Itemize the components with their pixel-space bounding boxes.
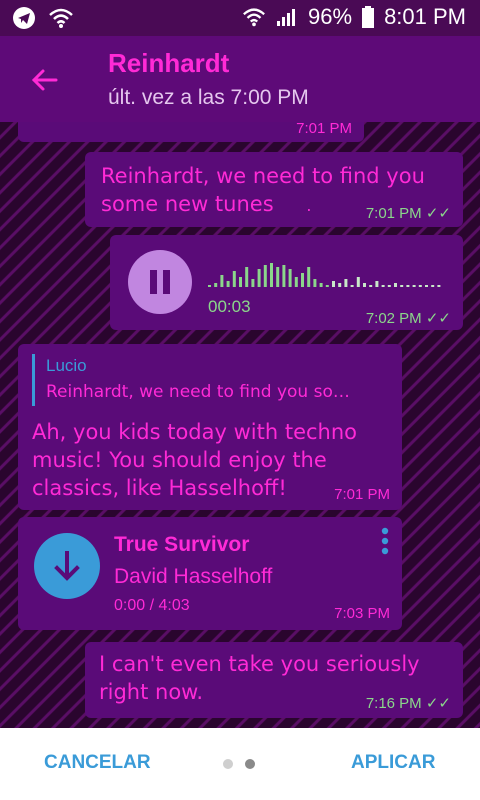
battery-icon xyxy=(362,6,375,28)
waveform-bar xyxy=(257,269,261,287)
message-time: 7:02 PM ✓✓ xyxy=(365,310,451,327)
more-options-icon[interactable] xyxy=(378,527,392,555)
contact-name[interactable]: Reinhardt xyxy=(108,48,229,79)
waveform-bar xyxy=(406,285,410,287)
last-seen: últ. vez a las 7:00 PM xyxy=(108,86,309,109)
download-button[interactable] xyxy=(34,533,100,599)
waveform-bar xyxy=(418,285,422,287)
clock: 8:01 PM xyxy=(384,4,466,29)
pause-icon xyxy=(150,270,170,294)
quote-author: Lucio xyxy=(46,356,87,375)
quote-bar xyxy=(32,354,35,406)
quoted-message[interactable]: Lucio Reinhardt, we need to find you so… xyxy=(32,354,392,410)
download-arrow-icon xyxy=(54,551,80,581)
waveform-bar xyxy=(301,273,304,287)
voice-message-bubble[interactable]: 00:03 7:02 PM ✓✓ xyxy=(110,235,463,330)
read-ticks-icon: ✓✓ xyxy=(425,310,451,327)
voice-waveform[interactable] xyxy=(208,262,448,288)
wifi-icon xyxy=(49,8,73,28)
waveform-bar xyxy=(356,277,360,287)
audio-file-bubble[interactable]: True Survivor David Hasselhoff 0:00 / 4:… xyxy=(18,517,402,630)
battery-percent: 96% xyxy=(308,4,353,29)
waveform-bar xyxy=(363,283,366,287)
quote-text: Reinhardt, we need to find you so… xyxy=(46,382,350,402)
wifi-icon xyxy=(243,8,265,27)
read-ticks-icon: ✓✓ xyxy=(425,205,451,222)
waveform-bar xyxy=(394,283,397,287)
message-text: Ah, you kids today with techno music! Yo… xyxy=(32,420,358,500)
cell-signal-icon xyxy=(277,9,296,26)
apply-button[interactable]: APLICAR xyxy=(351,752,435,774)
waveform-bar xyxy=(400,285,404,287)
waveform-bar xyxy=(232,271,236,287)
waveform-bar xyxy=(288,269,292,287)
read-ticks-icon: ✓✓ xyxy=(425,695,451,712)
waveform-bar xyxy=(381,285,385,287)
waveform-bar xyxy=(412,285,416,287)
pause-button[interactable] xyxy=(128,250,192,314)
waveform-bar xyxy=(239,277,242,287)
waveform-bar xyxy=(307,267,311,287)
page-indicator-dot-active xyxy=(245,759,255,769)
cancel-button[interactable]: CANCELAR xyxy=(44,752,151,774)
song-duration: 0:00 / 4:03 xyxy=(114,597,190,614)
message-time: 7:01 PM ✓✓ xyxy=(365,205,451,222)
message-bubble-partial[interactable]: 7:01 PM xyxy=(18,122,364,142)
waveform-bar xyxy=(332,281,335,287)
waveform-bar xyxy=(282,265,286,287)
waveform-bar xyxy=(425,285,428,287)
waveform-bar xyxy=(338,283,342,287)
waveform-bar xyxy=(387,285,391,287)
bottom-action-bar: CANCELAR APLICAR xyxy=(0,728,480,800)
message-bubble-incoming-reply[interactable]: Lucio Reinhardt, we need to find you so…… xyxy=(18,344,402,510)
waveform-bar xyxy=(344,279,348,287)
song-artist: David Hasselhoff xyxy=(114,565,273,588)
page-indicator-dot xyxy=(223,759,233,769)
waveform-bar xyxy=(251,279,255,287)
waveform-bar xyxy=(263,265,267,287)
message-time: 7:01 PM xyxy=(334,486,390,503)
waveform-bar xyxy=(220,275,224,287)
waveform-bar xyxy=(226,281,230,287)
message-time: 7:03 PM xyxy=(334,605,390,622)
back-arrow-icon[interactable] xyxy=(26,62,62,98)
chat-area[interactable]: 7:01 PM Reinhardt, we need to find you s… xyxy=(0,122,480,728)
waveform-bar xyxy=(294,277,298,287)
message-bubble-outgoing[interactable]: I can't even take you seriously right no… xyxy=(85,642,463,718)
message-time: 7:01 PM xyxy=(296,122,352,137)
status-bar: 96% 8:01 PM xyxy=(0,0,480,36)
message-bubble-outgoing[interactable]: Reinhardt, we need to find you some new … xyxy=(85,152,463,227)
waveform-bar xyxy=(270,263,273,287)
telegram-icon xyxy=(13,7,35,29)
waveform-bar xyxy=(276,267,280,287)
waveform-bar xyxy=(437,285,441,287)
waveform-bar xyxy=(208,285,211,287)
waveform-bar xyxy=(319,283,323,287)
waveform-bar xyxy=(245,267,249,287)
message-time: 7:16 PM ✓✓ xyxy=(365,695,451,712)
waveform-bar xyxy=(325,285,329,287)
voice-elapsed: 00:03 xyxy=(208,297,251,316)
waveform-bar xyxy=(214,283,218,287)
chat-header: Reinhardt últ. vez a las 7:00 PM xyxy=(0,36,480,122)
waveform-bar xyxy=(375,281,379,287)
song-title: True Survivor xyxy=(114,533,250,556)
waveform-bar xyxy=(313,279,317,287)
waveform-bars xyxy=(208,263,441,287)
waveform-bar xyxy=(350,285,354,287)
waveform-bar xyxy=(369,285,373,287)
waveform-bar xyxy=(431,285,435,287)
